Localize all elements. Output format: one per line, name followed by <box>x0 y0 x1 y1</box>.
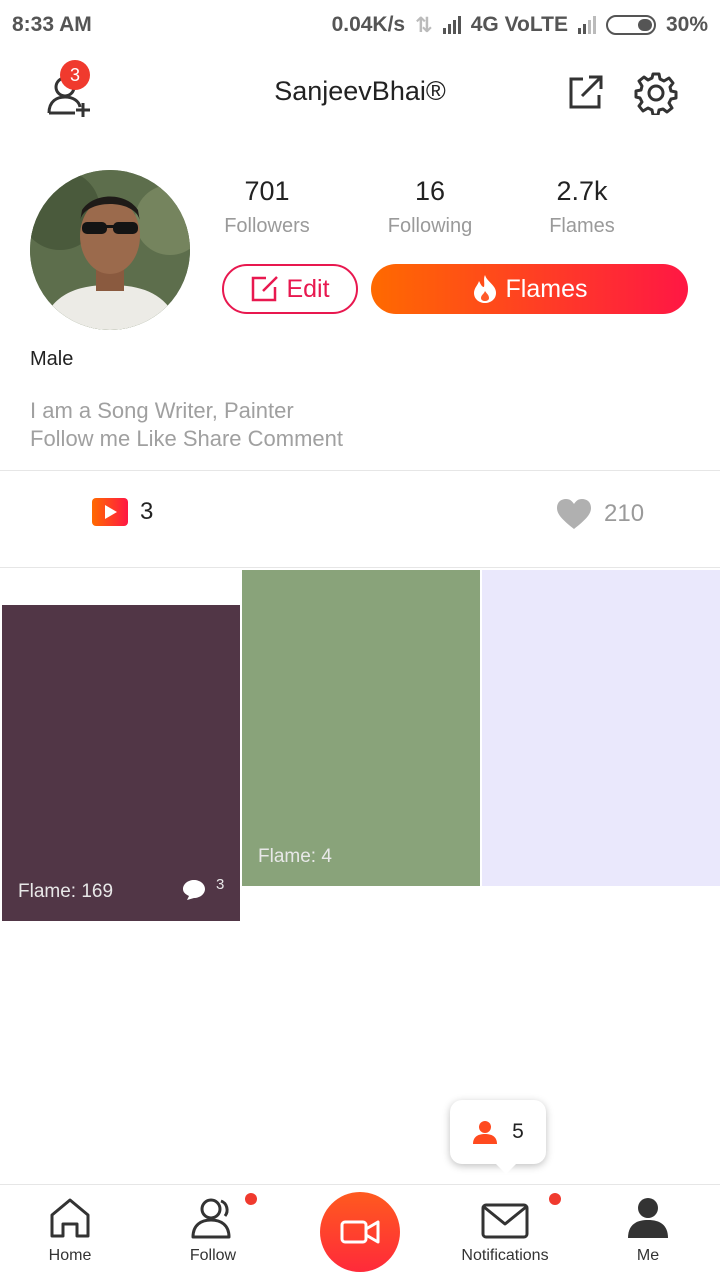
following-stat[interactable]: 16 Following <box>355 176 505 238</box>
avatar[interactable] <box>30 170 190 330</box>
share-button[interactable] <box>562 70 608 116</box>
status-bar: 8:33 AM 0.04K/s ⇅ 4G VoLTE 30% <box>0 0 720 50</box>
likes-count: 210 <box>604 500 645 527</box>
post-tile-3[interactable] <box>482 570 720 886</box>
data-transfer-icon: ⇅ <box>415 13 433 37</box>
videos-tab[interactable]: 3 <box>92 498 153 526</box>
battery-icon <box>605 15 656 35</box>
post-tile-1[interactable]: Flame: 169 3 <box>2 605 240 921</box>
online-users-count: 5 <box>512 1120 524 1143</box>
signal-icon <box>442 16 461 34</box>
followers-label: Followers <box>224 215 310 237</box>
divider-bottom <box>0 567 720 568</box>
home-icon <box>50 1198 90 1238</box>
video-play-icon <box>92 498 128 526</box>
network-speed: 0.04K/s <box>331 13 406 36</box>
person-icon <box>473 1121 498 1144</box>
nav-follow-label: Follow <box>189 1247 237 1264</box>
post-flame-label: Flame: 4 <box>258 846 332 867</box>
post-flame-label: Flame: 169 <box>18 881 114 902</box>
following-label: Following <box>387 215 473 237</box>
notifications-dot <box>549 1193 561 1205</box>
flames-label: Flames <box>549 215 615 237</box>
videos-count: 3 <box>140 498 154 525</box>
following-count: 16 <box>414 176 446 206</box>
status-indicators: 0.04K/s ⇅ 4G VoLTE 30% <box>332 13 708 38</box>
post-tile-2[interactable]: Flame: 4 <box>242 570 480 886</box>
nav-notifications-label: Notifications <box>461 1247 549 1264</box>
comment-icon <box>183 880 205 900</box>
avatar-photo <box>30 170 190 330</box>
status-time: 8:33 AM <box>12 13 92 36</box>
follow-notification-dot <box>245 1193 257 1205</box>
nav-me-label: Me <box>636 1247 660 1264</box>
edit-label: Edit <box>286 274 330 303</box>
bio: I am a Song Writer, Painter Follow me Li… <box>30 397 343 453</box>
flames-count: 2.7k <box>556 176 608 206</box>
nav-home[interactable]: Home <box>10 1185 130 1280</box>
likes-tab[interactable]: 210 <box>556 498 644 530</box>
edit-profile-button[interactable]: Edit <box>222 264 358 314</box>
battery-level: 30% <box>665 13 708 36</box>
signal-icon-2 <box>577 16 596 34</box>
profile-header: 3 SanjeevBhai® <box>0 56 720 130</box>
gender-text: Male <box>30 348 74 370</box>
followers-count: 701 <box>244 176 290 206</box>
profile-icon <box>628 1198 668 1238</box>
bio-line-1: I am a Song Writer, Painter <box>30 398 294 423</box>
gear-icon <box>634 72 678 115</box>
post-comment-count: 3 <box>216 876 225 893</box>
edit-icon <box>252 276 279 302</box>
flames-button-label: Flames <box>505 274 588 303</box>
bio-line-2: Follow me Like Share Comment <box>30 426 344 451</box>
share-icon <box>569 75 603 109</box>
mail-icon <box>481 1203 529 1239</box>
network-type: 4G VoLTE <box>470 13 568 36</box>
divider-top <box>0 470 720 471</box>
record-video-button[interactable] <box>320 1192 400 1272</box>
flame-icon <box>473 275 496 303</box>
nav-me[interactable]: Me <box>588 1185 708 1280</box>
follow-icon <box>191 1198 231 1239</box>
nav-notifications[interactable]: Notifications <box>445 1185 565 1280</box>
flames-stat[interactable]: 2.7k Flames <box>507 176 657 238</box>
page-title: SanjeevBhai® <box>274 76 446 106</box>
flames-button[interactable]: Flames <box>371 264 688 314</box>
online-users-popup[interactable]: 5 <box>450 1100 546 1174</box>
heart-icon <box>557 499 591 529</box>
settings-button[interactable] <box>632 69 680 117</box>
followers-stat[interactable]: 701 Followers <box>192 176 342 238</box>
video-camera-icon <box>340 1220 380 1244</box>
nav-home-label: Home <box>48 1247 92 1264</box>
